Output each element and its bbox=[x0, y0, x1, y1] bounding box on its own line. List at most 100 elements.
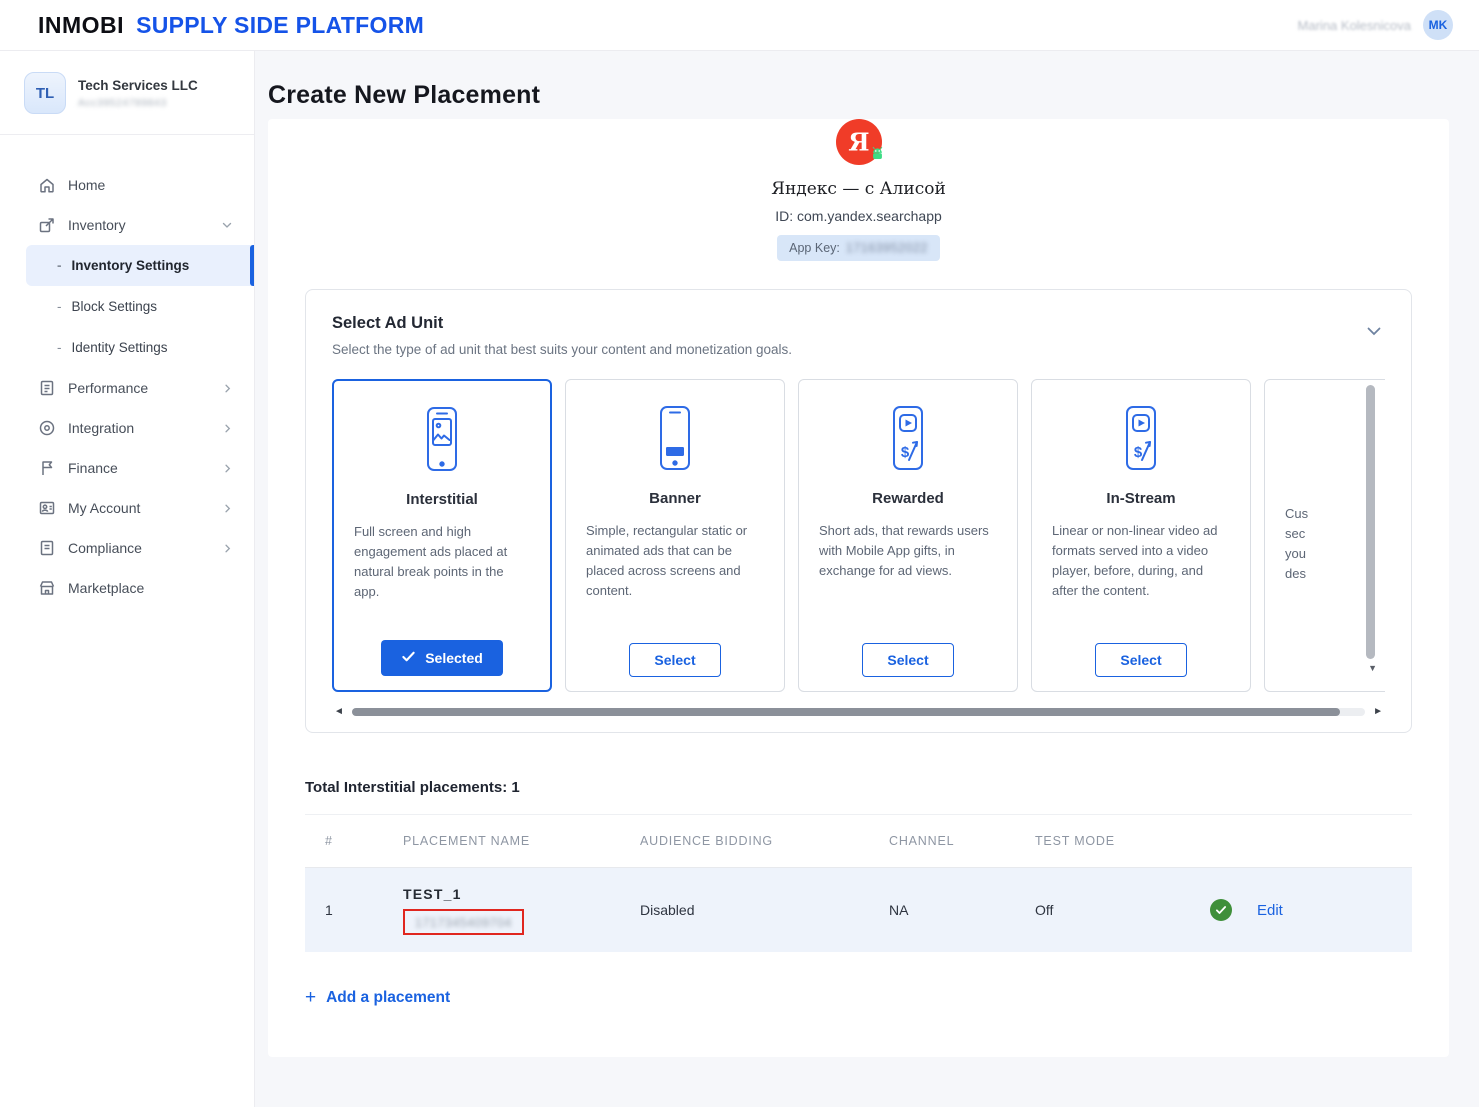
plus-icon bbox=[305, 988, 316, 1007]
sidebar-subitem-label: Identity Settings bbox=[72, 340, 168, 355]
account-name: Tech Services LLC bbox=[78, 78, 198, 93]
app-header: Я Яндекс — с Алисой ID: com.yandex.searc… bbox=[268, 119, 1449, 261]
interstitial-selected-button[interactable]: Selected bbox=[381, 640, 503, 676]
horizontal-scrollbar-thumb[interactable] bbox=[352, 708, 1340, 716]
sidebar: TL Tech Services LLC Acc39524789843 Home… bbox=[0, 50, 255, 1107]
sidebar-subitem-label: Inventory Settings bbox=[72, 258, 190, 273]
in-stream-phone-icon: $ bbox=[1117, 396, 1165, 480]
sidebar-item-label: Finance bbox=[68, 460, 118, 476]
sidebar-item-inventory-settings[interactable]: Inventory Settings bbox=[26, 245, 254, 286]
sidebar-item-label: My Account bbox=[68, 500, 140, 516]
ad-unit-card-interstitial: Interstitial Full screen and high engage… bbox=[332, 379, 552, 692]
in-stream-select-button[interactable]: Select bbox=[1095, 643, 1186, 677]
sidebar-item-label: Integration bbox=[68, 420, 134, 436]
chevron-right-icon bbox=[221, 542, 234, 555]
performance-icon bbox=[38, 379, 56, 397]
sidebar-item-compliance[interactable]: Compliance bbox=[0, 528, 254, 568]
account-card: TL Tech Services LLC Acc39524789843 bbox=[0, 50, 254, 135]
ad-unit-description: Short ads, that rewards users with Mobil… bbox=[819, 521, 997, 581]
cell-actions: Edit bbox=[1210, 899, 1412, 921]
brand-logo: INMOBI bbox=[38, 12, 124, 39]
topbar-user-area: Marina Kolesnicova MK bbox=[1298, 10, 1453, 40]
ad-unit-name: Interstitial bbox=[406, 491, 478, 508]
cell-channel: NA bbox=[889, 902, 1035, 918]
app-key-value: 17163952022 bbox=[846, 241, 928, 255]
chevron-right-icon bbox=[221, 462, 234, 475]
add-placement-link[interactable]: Add a placement bbox=[305, 988, 450, 1007]
document-icon bbox=[38, 539, 56, 557]
ad-unit-button-row: Select bbox=[1095, 643, 1186, 677]
ad-unit-cards: Interstitial Full screen and high engage… bbox=[332, 379, 1385, 692]
col-header-channel: CHANNEL bbox=[889, 834, 1035, 848]
placement-card: Я Яндекс — с Алисой ID: com.yandex.searc… bbox=[268, 119, 1449, 1057]
integration-icon bbox=[38, 419, 56, 437]
button-label: Select bbox=[654, 652, 695, 668]
ad-unit-description: Full screen and high engagement ads plac… bbox=[354, 522, 530, 603]
horizontal-scrollbar-track[interactable] bbox=[352, 708, 1365, 716]
ad-unit-button-row: Selected bbox=[381, 640, 503, 676]
app-bundle-id: ID: com.yandex.searchapp bbox=[268, 208, 1449, 224]
interstitial-phone-icon bbox=[418, 397, 466, 481]
app-icon: Я bbox=[836, 119, 882, 165]
sidebar-item-label: Marketplace bbox=[68, 580, 144, 596]
sidebar-item-block-settings[interactable]: Block Settings bbox=[26, 286, 254, 327]
svg-text:$: $ bbox=[1134, 444, 1143, 461]
sidebar-nav: Home Inventory Inventory Settings Block … bbox=[0, 135, 254, 608]
ad-unit-card-rewarded: $ Rewarded Short ads, that rewards users… bbox=[798, 379, 1018, 692]
placement-id-highlight-box: 1717345409704 bbox=[403, 909, 524, 935]
button-label: Select bbox=[887, 652, 928, 668]
sidebar-item-marketplace[interactable]: Marketplace bbox=[0, 568, 254, 608]
horizontal-scrollbar bbox=[332, 704, 1385, 720]
ad-unit-name: In-Stream bbox=[1106, 490, 1175, 507]
sidebar-subitem-label: Block Settings bbox=[72, 299, 158, 314]
ad-unit-name: Banner bbox=[649, 490, 701, 507]
placements-table: # PLACEMENT NAME AUDIENCE BIDDING CHANNE… bbox=[305, 814, 1412, 952]
table-header-row: # PLACEMENT NAME AUDIENCE BIDDING CHANNE… bbox=[305, 814, 1412, 868]
storefront-icon bbox=[38, 579, 56, 597]
sidebar-item-inventory[interactable]: Inventory bbox=[0, 205, 254, 245]
user-avatar[interactable]: MK bbox=[1423, 10, 1453, 40]
sidebar-item-my-account[interactable]: My Account bbox=[0, 488, 254, 528]
account-info: Tech Services LLC Acc39524789843 bbox=[78, 78, 198, 109]
scroll-left-arrow-icon[interactable] bbox=[334, 707, 344, 717]
add-placement-label: Add a placement bbox=[326, 989, 450, 1007]
ad-unit-button-row: Select bbox=[629, 643, 720, 677]
sidebar-item-performance[interactable]: Performance bbox=[0, 368, 254, 408]
account-id: Acc39524789843 bbox=[78, 97, 198, 109]
app-key-label: App Key: bbox=[789, 241, 840, 255]
collapse-chevron-icon[interactable] bbox=[1363, 320, 1385, 342]
total-placements-label: Total Interstitial placements: 1 bbox=[305, 779, 1412, 796]
ad-unit-description: Simple, rectangular static or animated a… bbox=[586, 521, 764, 602]
app-name: Яндекс — с Алисой bbox=[268, 179, 1449, 199]
sidebar-item-integration[interactable]: Integration bbox=[0, 408, 254, 448]
user-name: Marina Kolesnicova bbox=[1298, 18, 1411, 33]
rewarded-phone-icon: $ bbox=[884, 396, 932, 480]
col-header-index: # bbox=[325, 834, 403, 848]
sidebar-item-label: Performance bbox=[68, 380, 148, 396]
ad-unit-description: Linear or non-linear video ad formats se… bbox=[1052, 521, 1230, 602]
sidebar-item-finance[interactable]: Finance bbox=[0, 448, 254, 488]
placement-name: TEST_1 bbox=[403, 886, 640, 902]
status-check-icon bbox=[1210, 899, 1232, 921]
sidebar-item-identity-settings[interactable]: Identity Settings bbox=[26, 327, 254, 368]
main-content: Create New Placement Я bbox=[255, 50, 1479, 1107]
edit-link[interactable]: Edit bbox=[1257, 902, 1283, 919]
cell-test-mode: Off bbox=[1035, 902, 1210, 918]
cell-audience-bidding: Disabled bbox=[640, 902, 889, 918]
banner-select-button[interactable]: Select bbox=[629, 643, 720, 677]
sidebar-item-home[interactable]: Home bbox=[0, 165, 254, 205]
topbar: INMOBI SUPPLY SIDE PLATFORM Marina Koles… bbox=[0, 0, 1479, 50]
ad-unit-button-row: Select bbox=[862, 643, 953, 677]
scroll-right-arrow-icon[interactable] bbox=[1373, 707, 1383, 717]
ad-unit-carousel: Interstitial Full screen and high engage… bbox=[332, 379, 1385, 694]
cell-index: 1 bbox=[325, 902, 403, 918]
vertical-scrollbar-thumb[interactable] bbox=[1366, 385, 1375, 659]
col-header-audience-bidding: AUDIENCE BIDDING bbox=[640, 834, 889, 848]
chevron-right-icon bbox=[221, 422, 234, 435]
user-card-icon bbox=[38, 499, 56, 517]
col-header-test-mode: TEST MODE bbox=[1035, 834, 1210, 848]
rewarded-select-button[interactable]: Select bbox=[862, 643, 953, 677]
scroll-down-arrow-icon[interactable] bbox=[1368, 663, 1377, 673]
button-label: Selected bbox=[425, 650, 483, 666]
chevron-right-icon bbox=[221, 382, 234, 395]
